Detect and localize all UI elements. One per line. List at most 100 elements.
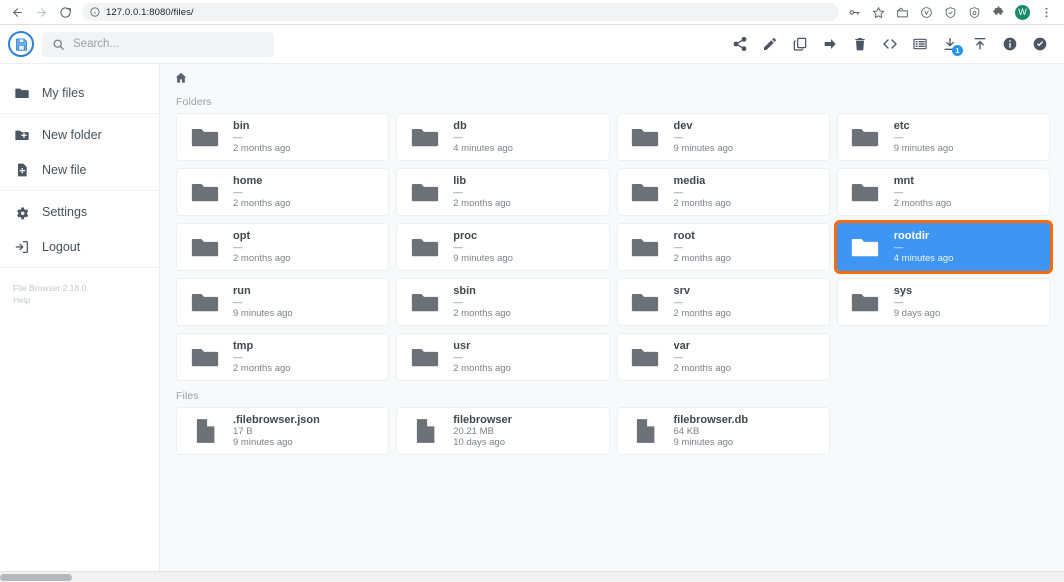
browser-nav-buttons (6, 1, 76, 23)
shell-code-icon[interactable] (881, 36, 898, 53)
folder-size: — (233, 187, 243, 198)
card-text: bin —2 months ago (233, 120, 291, 154)
folder-card[interactable]: sbin —2 months ago (396, 278, 610, 326)
folder-name: media (673, 175, 706, 187)
file-card[interactable]: .filebrowser.json 17 B9 minutes ago (176, 407, 390, 455)
puzzle-icon[interactable] (991, 5, 1006, 20)
sidebar-item-settings[interactable]: Settings (0, 194, 159, 229)
card-text: var —2 months ago (674, 340, 732, 374)
folder-card[interactable]: run —9 minutes ago (176, 278, 390, 326)
shield-v-icon[interactable] (919, 5, 934, 20)
search-input[interactable] (73, 38, 264, 50)
folder-name: run (233, 285, 251, 297)
folder-card[interactable]: etc —9 minutes ago (836, 113, 1050, 161)
floppy-disk-save-icon[interactable] (8, 31, 34, 57)
folder-name: proc (453, 230, 478, 242)
file-name: filebrowser.db (673, 414, 749, 426)
folder-card[interactable]: opt —2 months ago (176, 223, 390, 271)
horizontal-scrollbar-thumb[interactable] (0, 574, 72, 581)
folder-card[interactable]: proc —9 minutes ago (396, 223, 610, 271)
folder-name: opt (233, 230, 251, 242)
help-link[interactable]: Help (13, 294, 159, 306)
shield-check-icon[interactable] (943, 5, 958, 20)
folder-size: — (893, 297, 904, 308)
delete-trash-icon[interactable] (851, 36, 868, 53)
share-icon[interactable] (731, 36, 748, 53)
extension-box-icon[interactable] (895, 5, 910, 20)
card-text: rootdir —4 minutes ago (894, 230, 954, 264)
sidebar-item-new-file[interactable]: New file (0, 152, 159, 187)
download-icon[interactable]: 1 (941, 36, 963, 56)
folder-modified: 4 minutes ago (893, 253, 954, 264)
header-action-bar: 1 (731, 36, 1054, 56)
folder-size: — (453, 242, 463, 253)
folder-modified: 2 months ago (453, 363, 511, 374)
folder-size: — (233, 352, 243, 363)
folder-card[interactable]: home —2 months ago (176, 168, 390, 216)
home-icon[interactable] (174, 71, 188, 85)
forward-arrow-icon[interactable] (30, 1, 52, 23)
folder-name: lib (453, 175, 467, 187)
kebab-menu-icon[interactable] (1039, 5, 1054, 20)
folder-modified: 9 minutes ago (673, 143, 734, 154)
folder-modified: 9 minutes ago (893, 143, 954, 154)
folder-icon (189, 287, 220, 318)
file-icon (189, 416, 220, 447)
file-card[interactable]: filebrowser 20.21 MB 10 days ago (396, 407, 610, 455)
folder-card[interactable]: db —4 minutes ago (396, 113, 610, 161)
folder-icon (850, 177, 881, 208)
file-icon (409, 416, 440, 447)
folder-card[interactable]: tmp —2 months ago (176, 333, 390, 381)
move-arrow-icon[interactable] (821, 36, 838, 53)
folder-modified: 2 months ago (673, 253, 732, 264)
folder-name: sbin (453, 285, 476, 297)
file-card[interactable]: filebrowser.db 64 KB 9 minutes ago (616, 407, 830, 455)
sidebar-item-my-files[interactable]: My files (0, 75, 159, 110)
horizontal-scrollbar[interactable] (0, 571, 1064, 582)
card-text: sys —9 days ago (894, 285, 940, 319)
folder-name: usr (453, 340, 471, 352)
upload-icon[interactable] (971, 36, 988, 53)
folder-card[interactable]: var —2 months ago (616, 333, 830, 381)
new-folder-icon (13, 126, 30, 143)
reload-icon[interactable] (54, 1, 76, 23)
folder-card[interactable]: sys —9 days ago (836, 278, 1050, 326)
folder-size: — (673, 352, 684, 363)
folder-icon (189, 177, 220, 208)
folder-modified: 2 months ago (233, 143, 291, 154)
folder-modified: 9 days ago (893, 308, 941, 319)
switch-view-list-icon[interactable] (911, 36, 928, 53)
profile-avatar[interactable]: W (1015, 4, 1030, 20)
folder-card[interactable]: root —2 months ago (616, 223, 830, 271)
folder-modified: 2 months ago (233, 198, 291, 209)
sidebar-item-logout[interactable]: Logout (0, 229, 159, 264)
info-icon[interactable] (1001, 36, 1018, 53)
page-info-icon[interactable] (90, 7, 100, 17)
folder-size: — (233, 242, 243, 253)
folder-card[interactable]: srv —2 months ago (616, 278, 830, 326)
select-multiple-check-icon[interactable] (1031, 36, 1048, 53)
folder-card[interactable]: dev —9 minutes ago (616, 113, 830, 161)
folder-card[interactable]: mnt —2 months ago (836, 168, 1050, 216)
search-box[interactable] (42, 31, 274, 57)
star-icon[interactable] (871, 5, 886, 20)
folder-card[interactable]: usr —2 months ago (396, 333, 610, 381)
card-text: proc —9 minutes ago (453, 230, 513, 264)
card-text: usr —2 months ago (453, 340, 511, 374)
file-icon (630, 416, 661, 447)
copy-icon[interactable] (791, 36, 808, 53)
gear-icon (13, 203, 30, 220)
file-name: .filebrowser.json (233, 414, 320, 426)
folder-card[interactable]: rootdir —4 minutes ago (833, 220, 1054, 274)
key-icon[interactable] (847, 5, 862, 20)
rename-pencil-icon[interactable] (761, 36, 778, 53)
shield-lock-icon[interactable] (967, 5, 982, 20)
folder-card[interactable]: bin —2 months ago (176, 113, 390, 161)
app-version: File Browser 2.18.0 (13, 283, 87, 293)
sidebar-footer: File Browser 2.18.0 Help (0, 268, 159, 307)
folder-card[interactable]: lib —2 months ago (396, 168, 610, 216)
folder-card[interactable]: media —2 months ago (616, 168, 830, 216)
back-arrow-icon[interactable] (6, 1, 28, 23)
sidebar-item-new-folder[interactable]: New folder (0, 117, 159, 152)
address-bar[interactable]: 127.0.0.1:8080/files/ (82, 3, 839, 21)
